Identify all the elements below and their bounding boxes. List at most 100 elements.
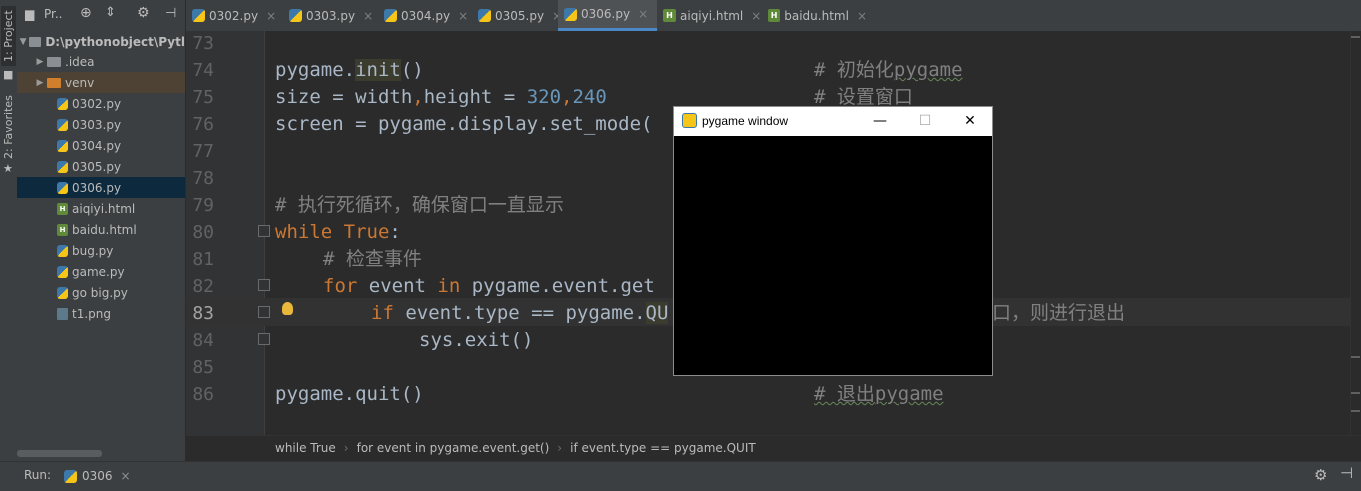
- code-token: 320: [526, 86, 562, 108]
- code-token: (): [400, 59, 424, 81]
- folder-icon: ■: [3, 68, 14, 81]
- tab-label: baidu.html: [784, 8, 849, 23]
- chevron-right-icon[interactable]: ▶: [33, 78, 47, 88]
- code-token: size = width: [275, 86, 413, 108]
- fold-marker[interactable]: [258, 225, 270, 237]
- code-token: pygame.event.get: [471, 275, 655, 297]
- collapse-icon[interactable]: ⇕: [105, 5, 116, 20]
- chevron-right-icon[interactable]: ▶: [33, 57, 47, 67]
- close-button[interactable]: ✕: [955, 110, 985, 132]
- scroll-marker: [1351, 36, 1360, 38]
- python-file-icon: [57, 160, 68, 173]
- project-view-selector[interactable]: Pr..: [44, 7, 63, 21]
- tree-item-0304[interactable]: 0304.py: [17, 135, 185, 156]
- tab-aiqiyi[interactable]: H aiqiyi.html ×: [657, 0, 762, 31]
- maximize-button[interactable]: ☐: [910, 110, 940, 132]
- tab-label: aiqiyi.html: [680, 8, 744, 23]
- close-icon[interactable]: ×: [751, 9, 761, 23]
- code-token: # 初始化: [814, 59, 894, 81]
- line-number: 80: [192, 222, 214, 243]
- tree-item-label: 0302.py: [72, 96, 122, 111]
- tree-item-baidu[interactable]: H baidu.html: [17, 219, 185, 240]
- close-icon[interactable]: ×: [857, 9, 867, 23]
- tree-item-0305[interactable]: 0305.py: [17, 156, 185, 177]
- fold-marker[interactable]: [258, 306, 270, 318]
- hide-icon[interactable]: ⊣: [165, 6, 176, 21]
- tab-0306[interactable]: 0306.py ×: [558, 0, 657, 31]
- code-line-83: if event.type == pygame.QU: [371, 300, 669, 327]
- line-number: 79: [192, 195, 214, 216]
- line-number: 75: [192, 87, 214, 108]
- minimize-button[interactable]: —: [865, 110, 895, 132]
- python-file-icon: [57, 286, 68, 299]
- breadcrumb-item[interactable]: if event.type == pygame.QUIT: [570, 441, 756, 455]
- tree-item-t1[interactable]: t1.png: [17, 303, 185, 324]
- close-icon[interactable]: ×: [638, 7, 648, 21]
- tab-0303[interactable]: 0303.py ×: [283, 0, 378, 31]
- fold-marker[interactable]: [258, 333, 270, 345]
- crosshair-icon[interactable]: ⊕: [80, 5, 92, 21]
- close-icon[interactable]: ×: [266, 9, 276, 23]
- lightbulb-icon[interactable]: [282, 302, 293, 315]
- html-file-icon: H: [663, 9, 676, 22]
- tab-0302[interactable]: 0302.py ×: [186, 0, 281, 31]
- line-number: 81: [192, 249, 214, 270]
- code-token: height =: [423, 86, 527, 108]
- tree-item-label: go big.py: [72, 285, 128, 300]
- run-tab-0306[interactable]: 0306 ×: [64, 465, 131, 487]
- gear-icon[interactable]: ⚙: [1314, 466, 1327, 484]
- line-number: 84: [192, 330, 214, 351]
- star-icon: ★: [3, 162, 13, 175]
- close-icon[interactable]: ×: [458, 9, 468, 23]
- line-number: 86: [192, 384, 214, 405]
- html-file-icon: H: [57, 223, 68, 236]
- chevron-down-icon[interactable]: ▼: [17, 37, 29, 47]
- code-token: init: [355, 59, 401, 81]
- editor-vertical-scrollbar[interactable]: [1350, 31, 1361, 435]
- image-file-icon: [57, 307, 68, 320]
- tree-item-go-big[interactable]: go big.py: [17, 282, 185, 303]
- pygame-window[interactable]: pygame window — ☐ ✕: [673, 106, 993, 376]
- tree-horizontal-scrollbar[interactable]: [17, 450, 102, 457]
- tree-item-bug[interactable]: bug.py: [17, 240, 185, 261]
- tab-baidu[interactable]: H baidu.html ×: [762, 0, 867, 31]
- code-token: :: [389, 221, 401, 243]
- tree-item-0302[interactable]: 0302.py: [17, 93, 185, 114]
- tree-item-0303[interactable]: 0303.py: [17, 114, 185, 135]
- python-file-icon: [478, 9, 491, 22]
- tree-item-label: venv: [65, 75, 95, 90]
- breadcrumb-item[interactable]: while True: [275, 441, 336, 455]
- line-number: 74: [192, 60, 214, 81]
- code-comment: 口，则进行退出: [992, 302, 1126, 324]
- code-line-84: sys.exit(): [419, 329, 534, 351]
- code-line-76: screen = pygame.display.set_mode(: [275, 113, 653, 135]
- tree-item-game[interactable]: game.py: [17, 261, 185, 282]
- tab-0304[interactable]: 0304.py ×: [378, 0, 473, 31]
- tree-item-venv[interactable]: ▶ venv: [17, 72, 185, 93]
- breadcrumb-item[interactable]: for event in pygame.event.get(): [357, 441, 550, 455]
- folder-icon: ▆: [25, 7, 35, 21]
- tree-root[interactable]: ▼ D:\pythonobject\Pytl: [17, 31, 185, 52]
- line-number: 85: [192, 357, 214, 378]
- code-token: if: [371, 302, 406, 324]
- minimize-icon[interactable]: ⊣: [1340, 464, 1353, 482]
- close-icon[interactable]: ×: [121, 469, 131, 483]
- python-file-icon: [564, 7, 577, 21]
- gear-icon[interactable]: ⚙: [137, 5, 150, 21]
- code-token: for: [323, 275, 369, 297]
- close-icon[interactable]: ×: [363, 9, 373, 23]
- tab-label: 0303.py: [306, 8, 356, 23]
- tree-item-label: baidu.html: [72, 222, 137, 237]
- fold-marker[interactable]: [258, 279, 270, 291]
- tree-item-0306[interactable]: 0306.py: [17, 177, 185, 198]
- project-tool-tab[interactable]: 1: Project: [1, 6, 16, 66]
- tree-item-idea[interactable]: ▶ .idea: [17, 51, 185, 72]
- pygame-window-titlebar[interactable]: pygame window — ☐ ✕: [674, 107, 992, 136]
- favorites-tool-tab[interactable]: 2: Favorites: [1, 95, 16, 159]
- tree-item-label: .idea: [65, 54, 95, 69]
- tab-0305[interactable]: 0305.py ×: [472, 0, 567, 31]
- project-pane-header: ▆ Pr.. ⊕ ⇕ ⚙ ⊣: [17, 0, 185, 32]
- line-number: 73: [192, 33, 214, 54]
- tree-item-aiqiyi[interactable]: H aiqiyi.html: [17, 198, 185, 219]
- code-token: in: [437, 275, 472, 297]
